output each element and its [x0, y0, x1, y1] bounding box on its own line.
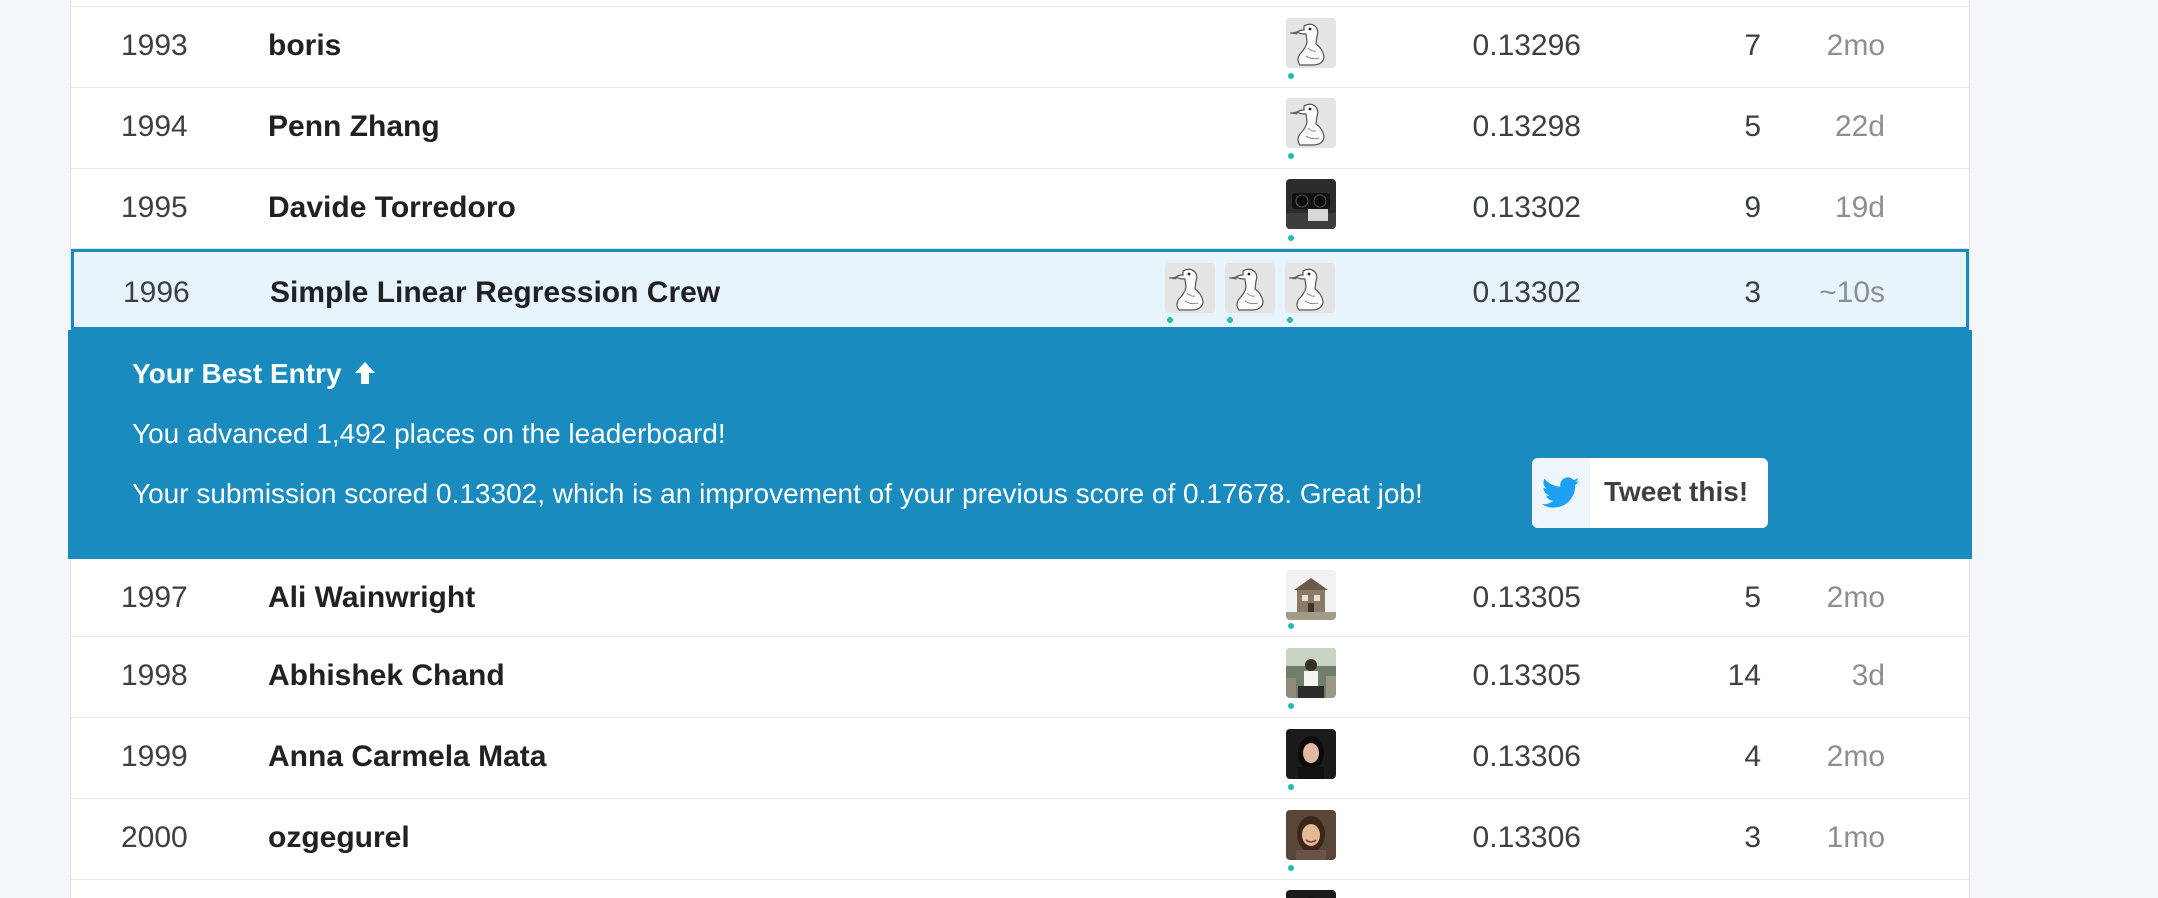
online-dot-icon — [1167, 317, 1173, 323]
online-dot-icon — [1227, 317, 1233, 323]
goose-avatar-icon[interactable] — [1225, 263, 1275, 313]
team-name-link[interactable]: Anna Carmela Mata — [268, 740, 546, 774]
rank-cell: 1995 — [121, 191, 188, 224]
online-dot-icon — [1287, 317, 1293, 323]
last-submission-cell: 2mo — [1826, 740, 1885, 773]
online-dot-icon — [1288, 784, 1294, 790]
last-submission-cell: 1mo — [1826, 821, 1885, 854]
score-cell: 0.13302 — [1472, 276, 1581, 309]
user-photo-icon[interactable] — [1286, 570, 1336, 620]
table-row[interactable]: 1998 Abhishek Chand 0.13305 14 3d — [71, 637, 1969, 718]
table-row[interactable]: 1994 Penn Zhang 0.13298 5 22d — [71, 88, 1969, 169]
online-dot-icon — [1288, 865, 1294, 871]
rank-cell: 1994 — [121, 110, 188, 143]
score-cell: 0.13296 — [1472, 29, 1581, 62]
online-dot-icon — [1288, 73, 1294, 79]
rank-cell: 1996 — [123, 276, 190, 309]
entries-cell: 7 — [1744, 29, 1761, 62]
last-submission-cell: 3d — [1851, 659, 1885, 692]
team-name-link[interactable]: Davide Torredoro — [268, 191, 516, 225]
rank-cell: 1997 — [121, 581, 188, 614]
user-photo-icon[interactable] — [1286, 810, 1336, 860]
entries-cell: 5 — [1744, 110, 1761, 143]
team-name-link[interactable]: Penn Zhang — [268, 110, 440, 144]
last-submission-cell: 2mo — [1826, 29, 1885, 62]
score-cell: 0.13305 — [1472, 659, 1581, 692]
entries-cell: 3 — [1744, 821, 1761, 854]
best-entry-panel: Your Best Entry You advanced 1,492 place… — [68, 330, 1972, 559]
user-photo-icon[interactable] — [1286, 648, 1336, 698]
user-photo-icon[interactable] — [1286, 729, 1336, 779]
rank-cell: 1999 — [121, 740, 188, 773]
entries-cell: 5 — [1744, 581, 1761, 614]
last-submission-cell: 2mo — [1826, 581, 1885, 614]
online-dot-icon — [1288, 153, 1294, 159]
best-entry-title-text: Your Best Entry — [132, 358, 342, 389]
team-name-link[interactable]: ozgegurel — [268, 821, 410, 855]
score-cell: 0.13298 — [1472, 110, 1581, 143]
score-cell: 0.13306 — [1472, 740, 1581, 773]
table-row[interactable]: 1993 boris 0.13296 7 2mo — [71, 7, 1969, 88]
rank-cell: 2000 — [121, 821, 188, 854]
table-row[interactable]: 2000 ozgegurel 0.13306 3 1mo — [71, 799, 1969, 880]
goose-avatar-icon[interactable] — [1285, 263, 1335, 313]
rank-cell: 1998 — [121, 659, 188, 692]
twitter-bird-icon — [1542, 477, 1580, 508]
goose-avatar-icon[interactable] — [1286, 98, 1336, 148]
last-submission-cell: 22d — [1834, 110, 1885, 143]
online-dot-icon — [1288, 235, 1294, 241]
entries-cell: 14 — [1727, 659, 1761, 692]
team-name-link[interactable]: boris — [268, 29, 341, 63]
goose-avatar-icon[interactable] — [1165, 263, 1215, 313]
online-dot-icon — [1288, 623, 1294, 629]
team-name-link[interactable]: Simple Linear Regression Crew — [270, 276, 720, 310]
tweet-icon-box — [1532, 458, 1590, 528]
score-cell: 0.13306 — [1472, 821, 1581, 854]
last-submission-cell: ~10s — [1819, 276, 1885, 309]
entries-cell: 9 — [1744, 191, 1761, 224]
current-team-row[interactable]: 1996 Simple Linear Regression Crew 0.133… — [71, 249, 1969, 330]
last-submission-cell: 19d — [1834, 191, 1885, 224]
tweet-button[interactable]: Tweet this! — [1532, 458, 1768, 528]
team-name-link[interactable]: Abhishek Chand — [268, 659, 505, 693]
entries-cell: 3 — [1744, 276, 1761, 309]
score-cell: 0.13302 — [1472, 191, 1581, 224]
score-cell: 0.13305 — [1472, 581, 1581, 614]
user-photo-icon — [1286, 890, 1336, 898]
team-name-link[interactable]: Ali Wainwright — [268, 581, 475, 615]
advance-message: You advanced 1,492 places on the leaderb… — [132, 418, 726, 449]
online-dot-icon — [1288, 703, 1294, 709]
table-row[interactable]: 1997 Ali Wainwright 0.13305 5 2mo — [71, 559, 1969, 637]
entries-cell: 4 — [1744, 740, 1761, 773]
table-row[interactable]: 1999 Anna Carmela Mata 0.13306 4 2mo — [71, 718, 1969, 799]
score-improvement-message: Your submission scored 0.13302, which is… — [132, 478, 1423, 509]
arrow-up-icon — [355, 362, 376, 384]
tweet-button-label: Tweet this! — [1604, 476, 1749, 507]
user-photo-icon[interactable] — [1286, 179, 1336, 229]
rank-cell: 1993 — [121, 29, 188, 62]
goose-avatar-icon[interactable] — [1286, 18, 1336, 68]
table-row[interactable]: 1995 Davide Torredoro 0.13302 9 19d — [71, 169, 1969, 249]
best-entry-title: Your Best Entry — [132, 358, 377, 390]
